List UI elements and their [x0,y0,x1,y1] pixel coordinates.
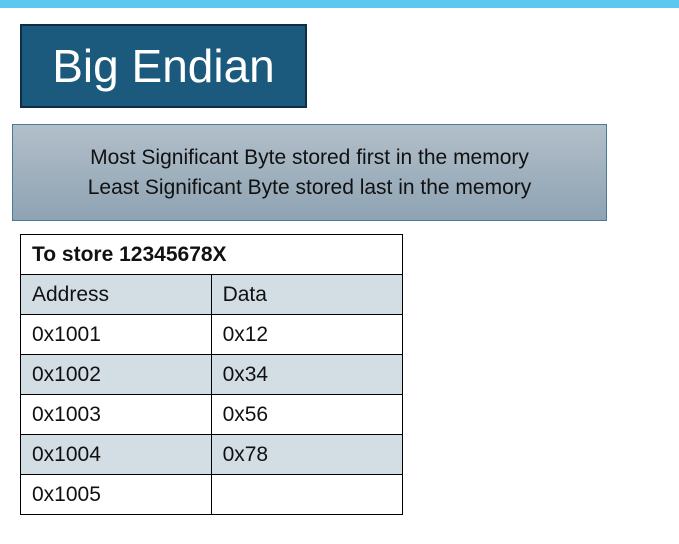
address-cell: 0x1005 [20,474,212,515]
page-title: Big Endian [52,40,275,92]
description-line-1: Most Significant Byte stored first in th… [90,145,529,169]
description-line-2: Least Significant Byte stored last in th… [87,175,532,199]
address-cell: 0x1001 [20,314,212,355]
top-accent-bar [0,0,679,8]
data-cell: 0x78 [210,434,404,475]
memory-table: To store 12345678X Address Data 0x1001 0… [20,234,404,515]
data-cell: 0x12 [210,314,404,355]
table-caption-row: To store 12345678X [20,234,403,275]
address-cell: 0x1004 [20,434,212,475]
table-caption: To store 12345678X [20,234,403,275]
table-row: 0x1002 0x34 [20,354,404,395]
table-row: 0x1001 0x12 [20,314,404,355]
table-row: 0x1004 0x78 [20,434,404,475]
data-column-header: Data [210,274,404,315]
table-row: 0x1005 [20,474,404,515]
table-row: 0x1003 0x56 [20,394,404,435]
description-box: Most Significant Byte stored first in th… [12,124,607,221]
data-cell: 0x56 [210,394,404,435]
address-column-header: Address [20,274,212,315]
address-cell: 0x1002 [20,354,212,395]
table-header-row: Address Data [20,274,404,315]
title-box: Big Endian [20,24,307,108]
data-cell [210,474,404,515]
address-cell: 0x1003 [20,394,212,435]
data-cell: 0x34 [210,354,404,395]
